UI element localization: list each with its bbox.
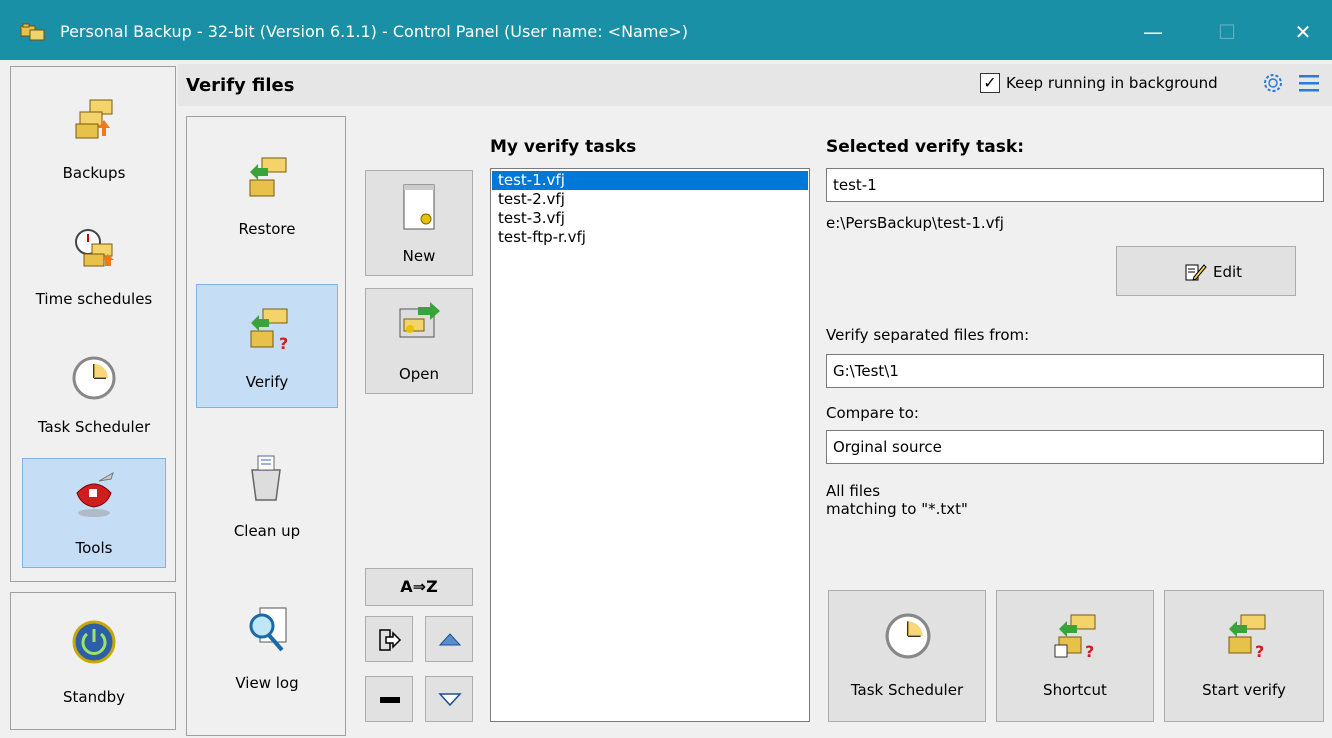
minus-icon (380, 697, 400, 703)
maximize-button[interactable]: ☐ (1204, 14, 1250, 50)
standby-button[interactable]: Standby (22, 602, 166, 720)
move-up-button[interactable] (425, 616, 473, 662)
import-arrow-icon (379, 629, 402, 651)
compare-to-label: Compare to: (826, 404, 919, 422)
svg-text:?: ? (1255, 642, 1264, 661)
move-down-button[interactable] (425, 676, 473, 722)
stopwatch-folders-icon (75, 229, 114, 267)
minimize-button[interactable]: — (1130, 14, 1176, 50)
tool-view-log[interactable]: View log (196, 590, 338, 710)
window-title: Personal Backup - 32-bit (Version 6.1.1)… (60, 22, 688, 41)
new-task-label: New (402, 247, 436, 265)
triangle-down-icon (438, 693, 462, 707)
verify-folders-icon: ? (250, 308, 288, 351)
nav-tools[interactable]: Tools (22, 458, 166, 568)
shortcut-folders-icon: ? (1054, 614, 1096, 661)
list-item[interactable]: test-1.vfj (492, 171, 808, 190)
svg-text:?: ? (1085, 642, 1094, 661)
nav-backups-label: Backups (62, 164, 126, 182)
verify-folders-icon: ? (1228, 614, 1266, 661)
nav-backups[interactable]: Backups (22, 86, 166, 196)
tool-clean-up[interactable]: Clean up (196, 440, 338, 560)
keep-running-label[interactable]: Keep running in background (1006, 74, 1218, 92)
clock-icon (72, 356, 116, 400)
nav-tools-label: Tools (75, 539, 113, 557)
nav-time-schedules-label: Time schedules (35, 290, 153, 308)
file-filter-line1: All files (826, 482, 881, 500)
sort-az-button[interactable]: A⇒Z (365, 568, 473, 606)
power-icon (72, 620, 116, 664)
task-list[interactable]: test-1.vfj test-2.vfj test-3.vfj test-ft… (490, 168, 810, 722)
file-filter-line2: matching to "*.txt" (826, 500, 968, 518)
tasks-heading: My verify tasks (490, 137, 637, 157)
close-button[interactable]: ✕ (1280, 14, 1326, 50)
page-title: Verify files (186, 75, 295, 96)
app-icon (20, 23, 45, 41)
verify-from-field[interactable]: G:\Test\1 (826, 354, 1324, 388)
triangle-up-icon (438, 633, 462, 646)
verify-from-label: Verify separated files from: (826, 326, 1030, 344)
tool-verify-label: Verify (245, 373, 289, 391)
open-task-button[interactable]: Open (365, 288, 473, 394)
start-verify-label: Start verify (1202, 681, 1286, 699)
log-magnifier-icon (249, 607, 287, 652)
clock-icon (885, 613, 931, 659)
tool-restore-label: Restore (238, 220, 296, 238)
title-bar[interactable]: Personal Backup - 32-bit (Version 6.1.1)… (0, 0, 1332, 60)
shortcut-label: Shortcut (1043, 681, 1107, 699)
nav-task-scheduler[interactable]: Task Scheduler (22, 338, 166, 448)
tool-clean-up-label: Clean up (233, 522, 301, 540)
task-path: e:\PersBackup\test-1.vfj (826, 214, 1004, 232)
open-task-label: Open (398, 365, 440, 383)
new-task-button[interactable]: New (365, 170, 473, 276)
backup-folders-icon (75, 99, 113, 139)
tool-verify[interactable]: ? Verify (196, 284, 338, 408)
keep-running-checkbox[interactable]: ✓ (980, 73, 1000, 93)
remove-task-button[interactable] (365, 676, 413, 722)
task-scheduler-button[interactable]: Task Scheduler (828, 590, 986, 722)
task-scheduler-label: Task Scheduler (850, 681, 964, 699)
tool-view-log-label: View log (235, 674, 299, 692)
new-document-icon (403, 184, 435, 230)
tool-restore[interactable]: Restore (196, 138, 338, 258)
settings-gear-icon[interactable] (1260, 70, 1286, 96)
restore-folders-icon (249, 157, 287, 197)
edit-button[interactable]: Edit (1116, 246, 1296, 296)
shortcut-button[interactable]: ? Shortcut (996, 590, 1154, 722)
list-item[interactable]: test-3.vfj (492, 209, 808, 228)
nav-task-scheduler-label: Task Scheduler (37, 418, 151, 436)
list-item[interactable]: test-ftp-r.vfj (492, 228, 808, 247)
list-item[interactable]: test-2.vfj (492, 190, 808, 209)
svg-text:?: ? (279, 334, 288, 351)
nav-time-schedules[interactable]: Time schedules (22, 212, 166, 322)
edit-pencil-icon (1185, 264, 1207, 281)
selected-task-heading: Selected verify task: (826, 137, 1024, 157)
trash-can-icon (251, 455, 281, 501)
swiss-knife-icon (76, 471, 114, 517)
standby-label: Standby (62, 688, 126, 706)
compare-to-field[interactable]: Orginal source (826, 430, 1324, 464)
hamburger-menu-icon[interactable] (1298, 72, 1320, 94)
edit-label: Edit (1213, 263, 1243, 281)
start-verify-button[interactable]: ? Start verify (1164, 590, 1324, 722)
import-task-button[interactable] (365, 616, 413, 662)
task-name-field[interactable]: test-1 (826, 168, 1324, 202)
open-file-icon (399, 302, 440, 338)
